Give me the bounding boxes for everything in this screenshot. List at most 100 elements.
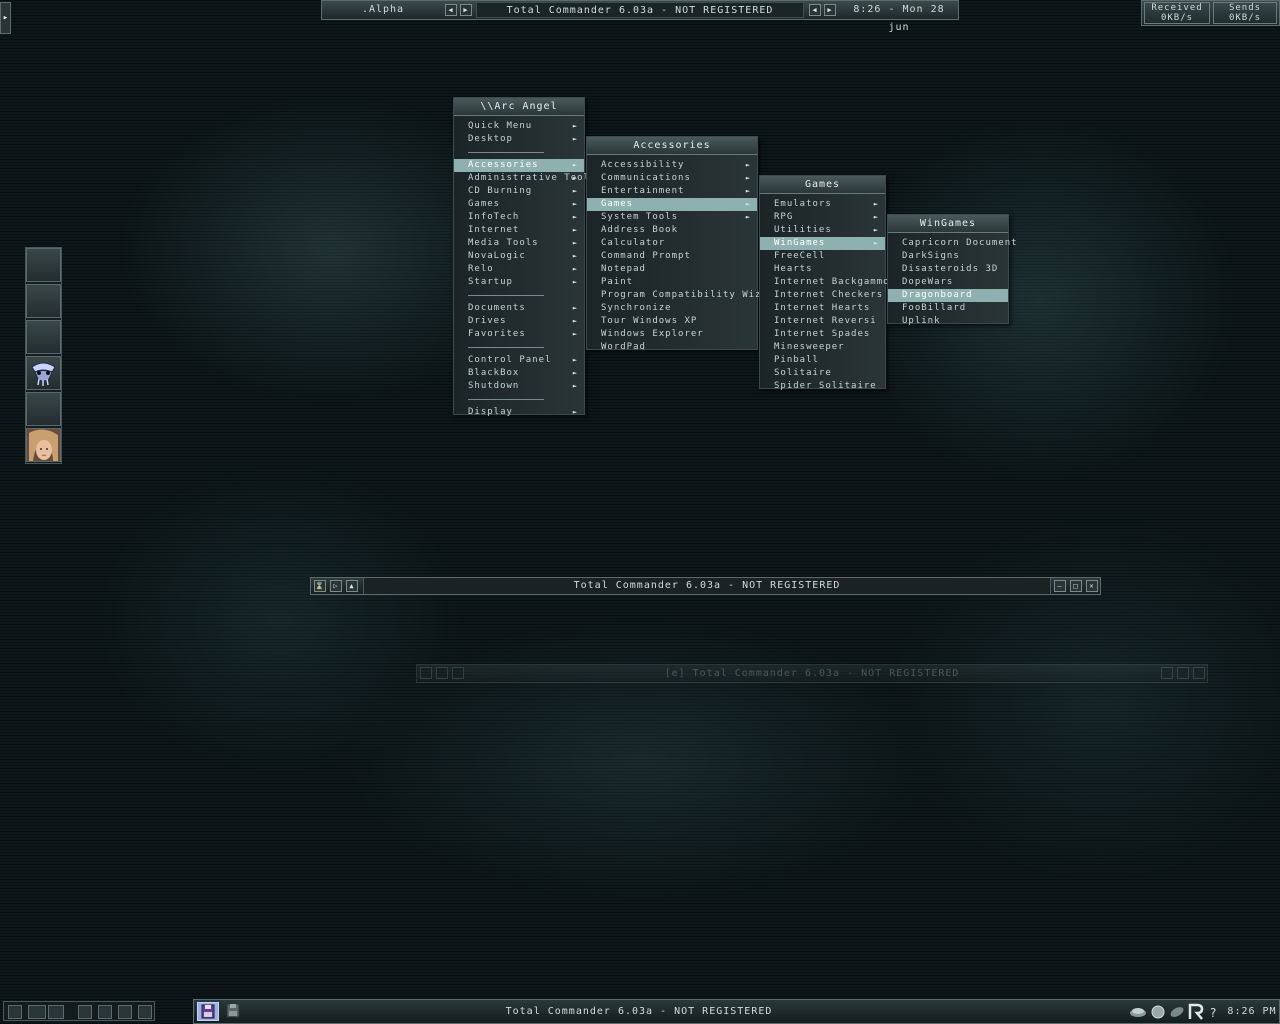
dock-slot-3[interactable] (26, 320, 61, 354)
menu-item-internet-reversi[interactable]: Internet Reversi (760, 315, 885, 328)
menu-item-uplink[interactable]: Uplink (888, 315, 1008, 328)
menu-item-quick-menu[interactable]: Quick Menu ► (454, 120, 584, 133)
workspace-prev-button[interactable]: ◀ (445, 4, 457, 16)
menu-item-notepad[interactable]: Notepad (587, 263, 757, 276)
window-shade-button[interactable]: ▲ (346, 580, 358, 592)
menu-item-dopewars[interactable]: DopeWars (888, 276, 1008, 289)
menu-item-blackbox[interactable]: BlackBox ► (454, 367, 584, 380)
menu-item-media-tools[interactable]: Media Tools ► (454, 237, 584, 250)
menu-item-favorites[interactable]: Favorites ► (454, 328, 584, 341)
menu-item-internet-spades[interactable]: Internet Spades (760, 328, 885, 341)
dock-slot-2[interactable] (26, 284, 61, 318)
tray-disk-icon[interactable] (1169, 1004, 1185, 1020)
menu-item-shutdown[interactable]: Shutdown ► (454, 380, 584, 393)
taskbar-save-active-icon[interactable] (197, 1002, 219, 1021)
dock-slot-1[interactable] (26, 248, 61, 282)
menu-item-tour-windows-xp[interactable]: Tour Windows XP (587, 315, 757, 328)
slit-toggle-button[interactable]: ▸ (0, 2, 11, 34)
menu-item-emulators[interactable]: Emulators ► (760, 198, 885, 211)
submenu-arrow-icon: ► (572, 122, 578, 130)
menu-item-cd-burning[interactable]: CD Burning ► (454, 185, 584, 198)
pager-desk-7[interactable] (138, 1005, 152, 1019)
menu-item-minesweeper[interactable]: Minesweeper (760, 341, 885, 354)
menu-item-drives[interactable]: Drives ► (454, 315, 584, 328)
menu-item-pinball[interactable]: Pinball (760, 354, 885, 367)
menu-item-administrative-tools[interactable]: Administrative Tools ► (454, 172, 595, 185)
dock-slot-6[interactable] (26, 428, 61, 462)
menu-item-synchronize[interactable]: Synchronize (587, 302, 757, 315)
pager-desk-5[interactable] (98, 1005, 112, 1019)
accessories-menu: Accessories Accessibility ► Communication… (586, 136, 780, 352)
menu-item-desktop[interactable]: Desktop ► (454, 133, 584, 146)
menu-item-program-compatibility-wizard[interactable]: Program Compatibility Wizard (587, 289, 780, 302)
menu-item-accessories[interactable]: Accessories ► (454, 159, 584, 172)
network-monitor: Received 0KB/s Sends 0KB/s (1141, 0, 1280, 26)
menu-item-wordpad[interactable]: WordPad (587, 341, 757, 354)
taskbar-save-inactive-icon[interactable] (223, 1002, 245, 1021)
menu-item-capricorn-document[interactable]: Capricorn Document (888, 237, 1017, 250)
menu-item-relo[interactable]: Relo ► (454, 263, 584, 276)
menu-item-freecell[interactable]: FreeCell (760, 250, 885, 263)
menu-item-paint[interactable]: Paint (587, 276, 757, 289)
menu-item-internet-checkers[interactable]: Internet Checkers (760, 289, 885, 302)
menu-item-games[interactable]: Games ► (587, 198, 757, 211)
window-stick-button[interactable]: ▷ (330, 580, 342, 592)
menu-item-windows-explorer[interactable]: Windows Explorer (587, 328, 757, 341)
tray-network-icon[interactable] (1129, 1004, 1147, 1020)
minimize-button[interactable]: – (1054, 580, 1066, 592)
menu-item-internet-hearts[interactable]: Internet Hearts (760, 302, 885, 315)
window-prev-button[interactable]: ◀ (809, 4, 821, 16)
tray-help-icon[interactable]: ? (1207, 1004, 1221, 1020)
menu-item-display[interactable]: Display ► (454, 406, 584, 419)
menu-item-startup[interactable]: Startup ► (454, 276, 584, 289)
window-titlebar[interactable]: ⌛ ▷ ▲ Total Commander 6.03a - NOT REGIST… (310, 577, 1101, 595)
menu-separator (454, 393, 584, 406)
menu-item-calculator[interactable]: Calculator (587, 237, 757, 250)
menu-item-communications[interactable]: Communications ► (587, 172, 757, 185)
menu-item-dragonboard[interactable]: Dragonboard (888, 289, 1008, 302)
pager-desk-4[interactable] (78, 1005, 92, 1019)
menu-item-darksigns[interactable]: DarkSigns (888, 250, 1008, 263)
menu-item-solitaire[interactable]: Solitaire (760, 367, 885, 380)
menu-item-system-tools[interactable]: System Tools ► (587, 211, 757, 224)
menu-item-command-prompt[interactable]: Command Prompt (587, 250, 757, 263)
ghost-shade-icon (452, 667, 464, 679)
menu-item-entertainment[interactable]: Entertainment ► (587, 185, 757, 198)
ghost-stick-icon (436, 667, 448, 679)
workspace-label[interactable]: .Alpha (322, 1, 444, 19)
dock-slot-4[interactable] (26, 356, 61, 390)
maximize-button[interactable]: □ (1070, 580, 1082, 592)
menu-item-spider-solitaire[interactable]: Spider Solitaire (760, 380, 885, 393)
menu-item-internet[interactable]: Internet ► (454, 224, 584, 237)
window-menu-button[interactable]: ⌛ (314, 580, 326, 592)
submenu-arrow-icon: ► (745, 200, 751, 208)
menu-item-novalogic[interactable]: NovaLogic ► (454, 250, 584, 263)
pager-desk-6[interactable] (118, 1005, 132, 1019)
menu-item-documents[interactable]: Documents ► (454, 302, 584, 315)
menu-item-wingames[interactable]: WinGames ► (760, 237, 885, 250)
workspace-next-button[interactable]: ▶ (460, 4, 472, 16)
menu-item-address-book[interactable]: Address Book (587, 224, 757, 237)
menu-item-disasteroids-3d[interactable]: Disasteroids 3D (888, 263, 1008, 276)
menu-item-accessibility[interactable]: Accessibility ► (587, 159, 757, 172)
floppy-icon (201, 1004, 215, 1019)
tray-app-logo-icon[interactable] (1187, 1003, 1205, 1021)
menu-item-games[interactable]: Games ► (454, 198, 584, 211)
menu-item-utilities[interactable]: Utilities ► (760, 224, 885, 237)
pager-desk-1[interactable] (8, 1005, 22, 1019)
menu-item-foobillard[interactable]: FooBillard (888, 302, 1008, 315)
close-button[interactable]: ✕ (1086, 580, 1098, 592)
menu-item-infotech[interactable]: InfoTech ► (454, 211, 584, 224)
window-next-button[interactable]: ▶ (824, 4, 836, 16)
menu-item-control-panel[interactable]: Control Panel ► (454, 354, 584, 367)
menu-item-hearts[interactable]: Hearts (760, 263, 885, 276)
submenu-arrow-icon: ► (572, 278, 578, 286)
pager-desk-2[interactable] (28, 1005, 46, 1019)
pager-desk-3[interactable] (48, 1005, 64, 1019)
toolbar-window-label[interactable]: Total Commander 6.03a - NOT REGISTERED (476, 2, 804, 18)
menu-item-rpg[interactable]: RPG ► (760, 211, 885, 224)
taskbar-task-title[interactable]: Total Commander 6.03a - NOT REGISTERED (254, 1000, 1024, 1023)
dock-slot-5[interactable] (26, 392, 61, 426)
tray-sound-icon[interactable] (1150, 1004, 1166, 1020)
menu-item-internet-backgammon[interactable]: Internet Backgammon (760, 276, 895, 289)
